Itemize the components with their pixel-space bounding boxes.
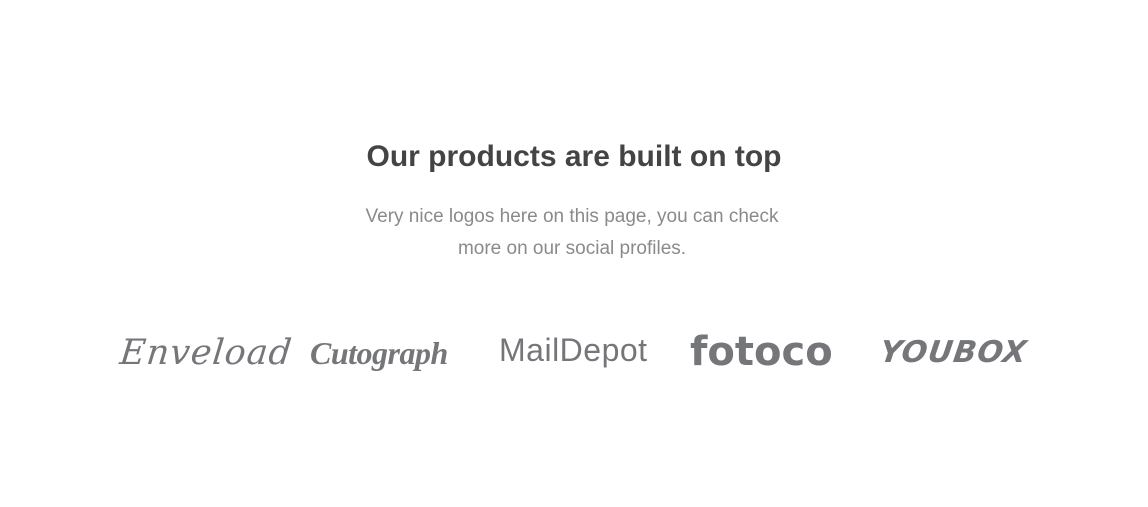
section-description: Very nice logos here on this page, you c… bbox=[349, 201, 795, 265]
section-title: Our products are built on top bbox=[366, 140, 782, 173]
logo-youbox: YOUBOX bbox=[877, 335, 1030, 370]
description-line-2: more on our social profiles. bbox=[457, 238, 687, 259]
logo-cutograph: Cutograph bbox=[310, 335, 448, 371]
logo-enveload: Enveload bbox=[117, 333, 295, 373]
description-line-1: Very nice logos here on this page, you c… bbox=[365, 206, 779, 227]
logo-fotoco: fotoco bbox=[690, 329, 833, 375]
logos-section: Our products are built on top Very nice … bbox=[0, 0, 1148, 507]
logo-maildepot: MailDepot bbox=[499, 332, 648, 368]
